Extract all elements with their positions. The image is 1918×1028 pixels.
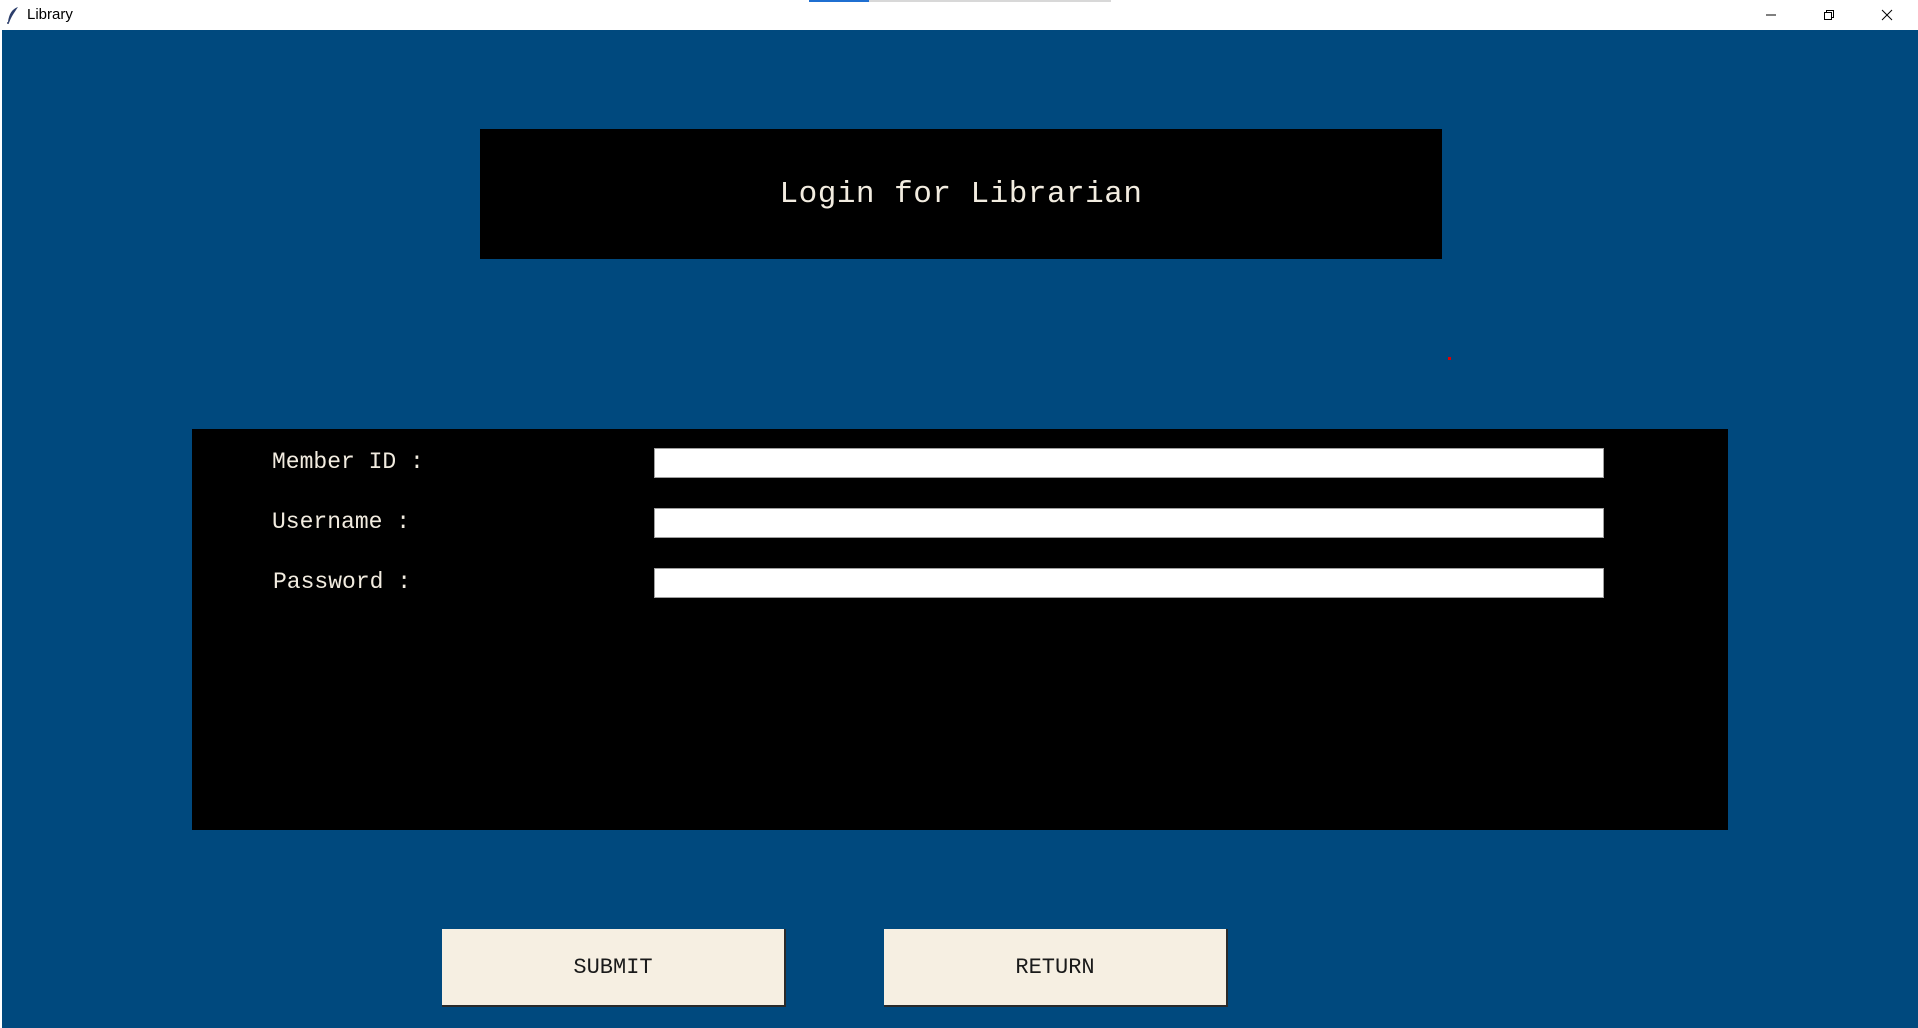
page-title: Login for Librarian (779, 176, 1143, 212)
window-title: Library (27, 6, 73, 23)
submit-button[interactable]: SUBMIT (442, 929, 786, 1007)
return-button[interactable]: RETURN (884, 929, 1228, 1007)
client-area: Login for Librarian Member ID : Username… (2, 30, 1918, 1028)
login-form-panel: Member ID : Username : Password : (192, 429, 1728, 830)
red-dot-marker (1448, 357, 1451, 360)
username-label: Username : (272, 509, 411, 535)
taskbar-accent (809, 0, 869, 2)
restore-button[interactable] (1800, 0, 1858, 30)
username-field[interactable] (654, 508, 1604, 538)
member-id-label: Member ID : (272, 449, 424, 475)
minimize-button[interactable] (1742, 0, 1800, 30)
member-id-field[interactable] (654, 448, 1604, 478)
minimize-icon (1765, 9, 1777, 21)
header-banner: Login for Librarian (480, 129, 1442, 259)
password-field[interactable] (654, 568, 1604, 598)
taskbar-accent-track (869, 0, 1111, 2)
app-window: Library Login for Librarian Member ID: … (0, 0, 1918, 1028)
password-label: Password : (273, 569, 412, 595)
close-button[interactable] (1858, 0, 1916, 30)
restore-icon (1823, 9, 1835, 21)
feather-icon (6, 6, 20, 24)
title-bar[interactable]: Library (0, 0, 1918, 30)
close-icon (1881, 9, 1893, 21)
